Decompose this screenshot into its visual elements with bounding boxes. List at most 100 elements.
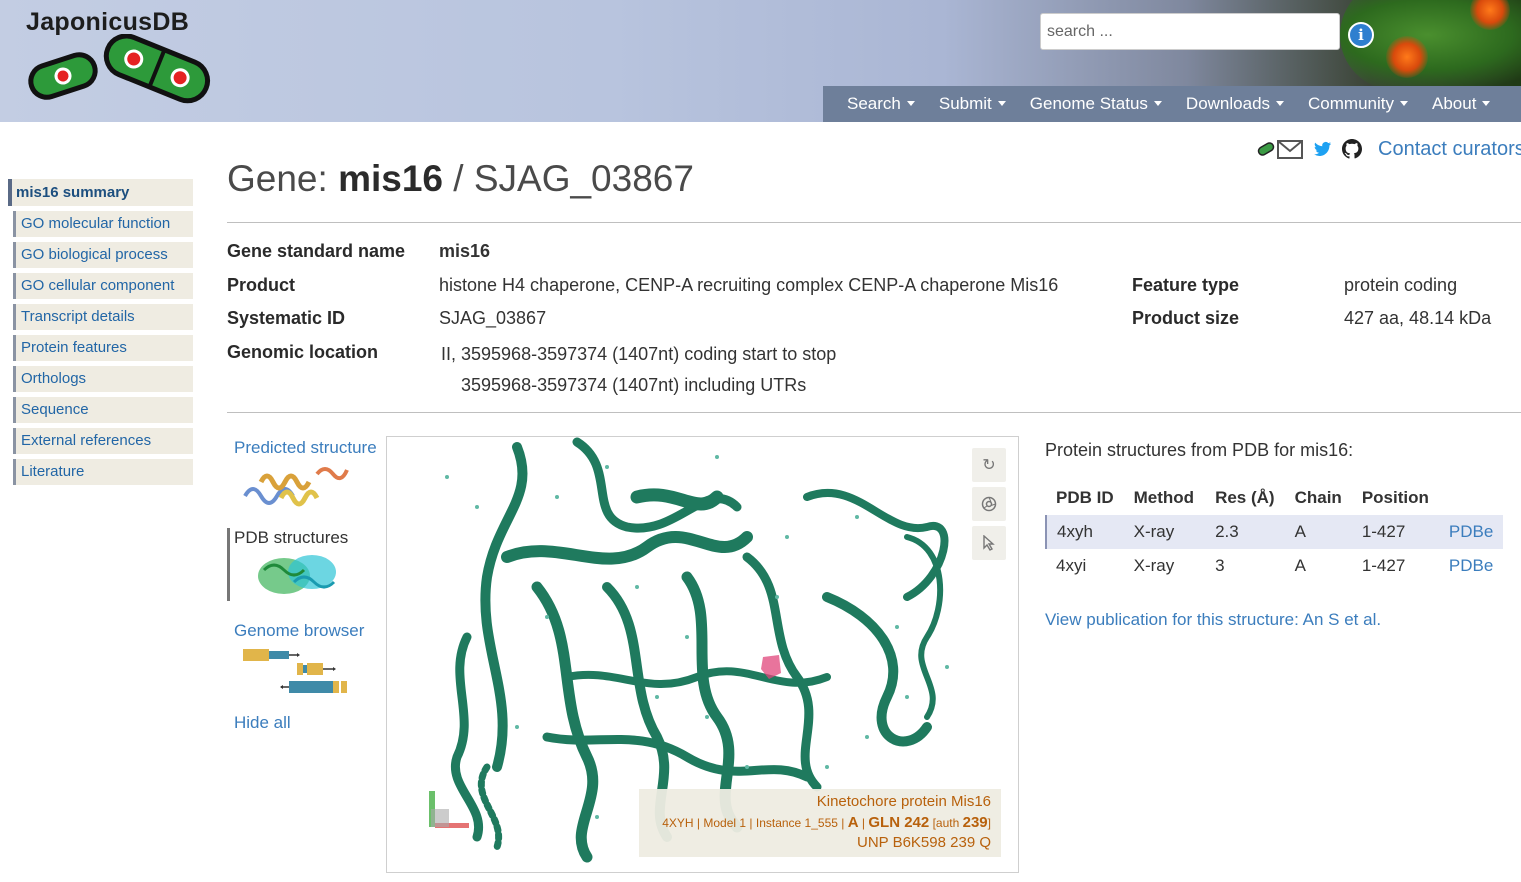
pdb-id: 4xyh [1045, 515, 1124, 549]
column-header: Chain [1294, 488, 1342, 507]
site-logo-text[interactable]: JaponicusDB [26, 8, 189, 37]
pdb-position: 1-427 [1351, 515, 1439, 549]
standard-name-label: Gene standard name [227, 241, 406, 261]
sidebar-item-go-biological-process[interactable]: GO biological process [13, 242, 193, 268]
nav-genome-status[interactable]: Genome Status [1018, 86, 1174, 122]
caret-down-icon [1153, 101, 1162, 106]
feature-type-value: protein coding [1344, 275, 1458, 295]
tab-genome-browser-label: Genome browser [234, 621, 365, 640]
predicted-structure-thumbnail-icon [243, 467, 349, 507]
pdb-chain: A [1284, 515, 1352, 549]
tab-predicted-structure-label: Predicted structure [234, 438, 377, 457]
tab-pdb-structures[interactable]: PDB structures [227, 528, 380, 601]
caret-down-icon [1400, 101, 1408, 106]
info-icon[interactable]: i [1348, 22, 1374, 48]
pdb-resolution: 2.3 [1205, 515, 1285, 549]
contact-curators-link[interactable]: Contact curators [1378, 138, 1521, 161]
nav-submit[interactable]: Submit [927, 86, 1018, 122]
pdbe-link[interactable]: PDBe [1449, 556, 1493, 575]
divider [227, 222, 1521, 223]
site-logo-icon[interactable] [26, 34, 216, 106]
tab-genome-browser[interactable]: Genome browser [227, 621, 377, 701]
divider [227, 412, 1521, 413]
sidebar-item-go-molecular-function[interactable]: GO molecular function [13, 211, 193, 237]
sidebar-item-protein-features[interactable]: Protein features [13, 335, 193, 361]
product-size-value: 427 aa, 48.14 kDa [1344, 308, 1492, 328]
camera-aperture-icon [981, 496, 997, 512]
reset-view-button[interactable]: ↻ [972, 448, 1006, 482]
pdb-structures-thumbnail-icon [258, 555, 336, 594]
table-row[interactable]: 4xyh X-ray 2.3 A 1-427 PDBe [1045, 515, 1504, 549]
table-row[interactable]: 4xyi X-ray 3 A 1-427 PDBe [1046, 549, 1503, 583]
selection-mode-button[interactable] [972, 526, 1006, 560]
tooltip-title: Kinetochore protein Mis16 [816, 793, 991, 810]
nav-downloads[interactable]: Downloads [1174, 86, 1296, 122]
column-header: Method [1133, 488, 1195, 507]
caret-down-icon [997, 101, 1006, 106]
publication-link[interactable]: View publication for this structure: An … [1045, 610, 1381, 630]
screenshot-button[interactable] [972, 487, 1006, 521]
cursor-icon [983, 535, 995, 551]
tooltip-uniprot: UNP B6K598 239 Q [857, 834, 991, 851]
title-systematic-id: SJAG_03867 [473, 158, 694, 199]
pdb-id: 4xyi [1056, 556, 1087, 575]
table-header-row: PDB ID Method Res (Å) Chain Position [1046, 481, 1503, 515]
product-size-label: Product size [1132, 308, 1240, 328]
search-input[interactable] [1040, 13, 1340, 50]
sidebar-item-go-cellular-component[interactable]: GO cellular component [13, 273, 193, 299]
title-prefix: Gene: [227, 158, 328, 199]
column-header: PDB ID [1056, 488, 1114, 507]
tab-pdb-structures-label: PDB structures [234, 528, 349, 547]
pdb-method: X-ray [1123, 515, 1206, 549]
pdb-resolution: 3 [1215, 556, 1225, 575]
tab-hide-all-label: Hide all [234, 713, 291, 732]
site-header: JaponicusDB i Search Submit Genome Statu… [0, 0, 1521, 122]
column-header: Position [1361, 488, 1429, 507]
nav-community[interactable]: Community [1296, 86, 1420, 122]
tooltip-residue-line: 4XYH | Model 1 | Instance 1_555 | A | GL… [662, 814, 991, 831]
genomic-location-line2: 3595968-3597374 (1407nt) including UTRs [461, 375, 807, 395]
sidebar-item-sequence[interactable]: Sequence [13, 397, 193, 423]
title-separator: / [453, 158, 464, 199]
title-gene-name: mis16 [338, 158, 443, 199]
column-header [1439, 481, 1503, 515]
pdb-position: 1-427 [1361, 556, 1406, 575]
github-icon[interactable] [1342, 139, 1362, 159]
sidebar-item-external-references[interactable]: External references [13, 428, 193, 454]
caret-down-icon [1482, 101, 1491, 106]
genomic-location-label: Genomic location [227, 342, 379, 362]
sidebar-item-orthologs[interactable]: Orthologs [13, 366, 193, 392]
refresh-icon: ↻ [982, 457, 996, 474]
product-label: Product [227, 275, 296, 295]
nav-about[interactable]: About [1420, 86, 1502, 122]
residue-tooltip: Kinetochore protein Mis16 4XYH | Model 1… [639, 789, 1001, 857]
product-value: histone H4 chaperone, CENP-A recruiting … [439, 275, 1059, 295]
structure-viewer[interactable]: ↻ Kinetochore protein Mis16 4XYH | Model… [386, 436, 1019, 873]
genome-browser-thumbnail-icon [243, 649, 347, 693]
main-nav: Search Submit Genome Status Downloads Co… [823, 86, 1521, 122]
sidebar-item-literature[interactable]: Literature [13, 459, 193, 485]
pdb-table: PDB ID Method Res (Å) Chain Position 4xy… [1045, 481, 1504, 583]
mail-icon[interactable] [1256, 138, 1304, 160]
twitter-icon[interactable] [1314, 141, 1332, 157]
tab-predicted-structure[interactable]: Predicted structure [227, 438, 377, 518]
pdbe-link[interactable]: PDBe [1449, 522, 1493, 541]
pdb-method: X-ray [1133, 556, 1175, 575]
systematic-id-label: Systematic ID [227, 308, 346, 328]
genomic-location-line1: II, 3595968-3597374 (1407nt) coding star… [441, 344, 837, 364]
sidebar-item-transcript-details[interactable]: Transcript details [13, 304, 193, 330]
nav-search[interactable]: Search [823, 86, 927, 122]
systematic-id-value: SJAG_03867 [439, 308, 547, 328]
feature-type-label: Feature type [1132, 275, 1240, 295]
column-header: Res (Å) [1215, 488, 1275, 507]
standard-name-value: mis16 [439, 241, 491, 261]
header-cell-spot [1386, 36, 1428, 78]
pdb-chain: A [1294, 556, 1306, 575]
contact-row: Contact curators [1256, 137, 1521, 161]
caret-down-icon [1276, 101, 1285, 106]
pdb-heading: Protein structures from PDB for mis16: [1045, 440, 1354, 460]
sidebar: mis16 summary GO molecular function GO b… [8, 179, 193, 490]
sidebar-item-summary[interactable]: mis16 summary [8, 179, 193, 206]
caret-down-icon [906, 101, 915, 106]
tab-hide-all[interactable]: Hide all [227, 713, 377, 733]
